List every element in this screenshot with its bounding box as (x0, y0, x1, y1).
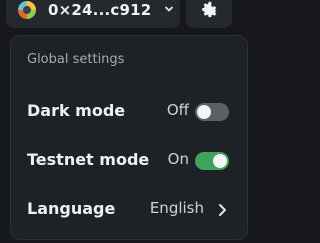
dark-mode-row[interactable]: Dark mode Off (11, 96, 247, 126)
testnet-mode-row[interactable]: Testnet mode On (11, 145, 247, 175)
testnet-mode-value: On (167, 150, 189, 168)
testnet-mode-toggle[interactable] (195, 152, 229, 170)
wallet-button[interactable]: 0×24...c912 (6, 0, 180, 28)
dark-mode-value: Off (166, 101, 189, 119)
toggle-knob (213, 154, 227, 168)
dark-mode-toggle[interactable] (195, 103, 229, 121)
menu-title: Global settings (27, 52, 125, 67)
language-label: Language (27, 199, 116, 218)
settings-button[interactable] (186, 0, 232, 28)
testnet-mode-label: Testnet mode (27, 150, 150, 169)
wallet-address: 0×24...c912 (48, 1, 152, 19)
language-value: English (149, 199, 204, 217)
wallet-avatar-icon (18, 1, 36, 19)
gear-icon (202, 1, 218, 18)
top-bar: 0×24...c912 (0, 0, 258, 32)
dark-mode-label: Dark mode (27, 101, 126, 120)
chevron-down-icon (165, 6, 173, 12)
language-row[interactable]: Language English (11, 194, 247, 224)
toggle-knob (197, 105, 211, 119)
settings-dropdown-menu: Global settings Dark mode Off Testnet mo… (10, 35, 248, 240)
chevron-right-icon (219, 204, 226, 216)
